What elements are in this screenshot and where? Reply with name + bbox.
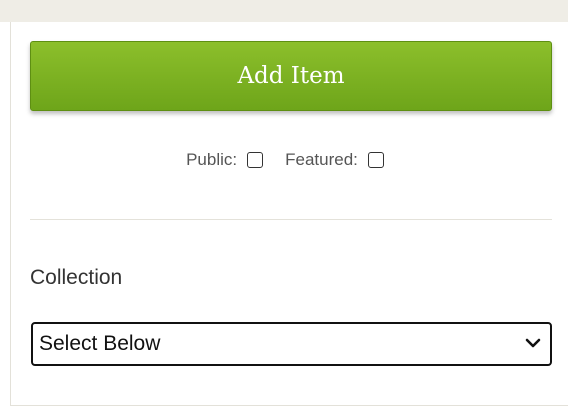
visibility-flags: Public: Featured:	[11, 147, 568, 173]
public-checkbox[interactable]	[247, 152, 264, 168]
item-sidebar-panel: Add Item Public: Featured: Collection Se…	[10, 22, 568, 406]
add-item-button[interactable]: Add Item	[30, 41, 552, 111]
public-label: Public:	[186, 150, 238, 169]
featured-label: Featured:	[285, 150, 358, 169]
collection-select-value: Select Below	[39, 332, 161, 355]
top-band	[0, 0, 568, 22]
featured-checkbox[interactable]	[367, 152, 384, 168]
divider	[30, 219, 552, 220]
collection-heading: Collection	[30, 266, 123, 289]
collection-select[interactable]: Select Below	[31, 322, 552, 366]
chevron-down-icon	[525, 338, 541, 348]
